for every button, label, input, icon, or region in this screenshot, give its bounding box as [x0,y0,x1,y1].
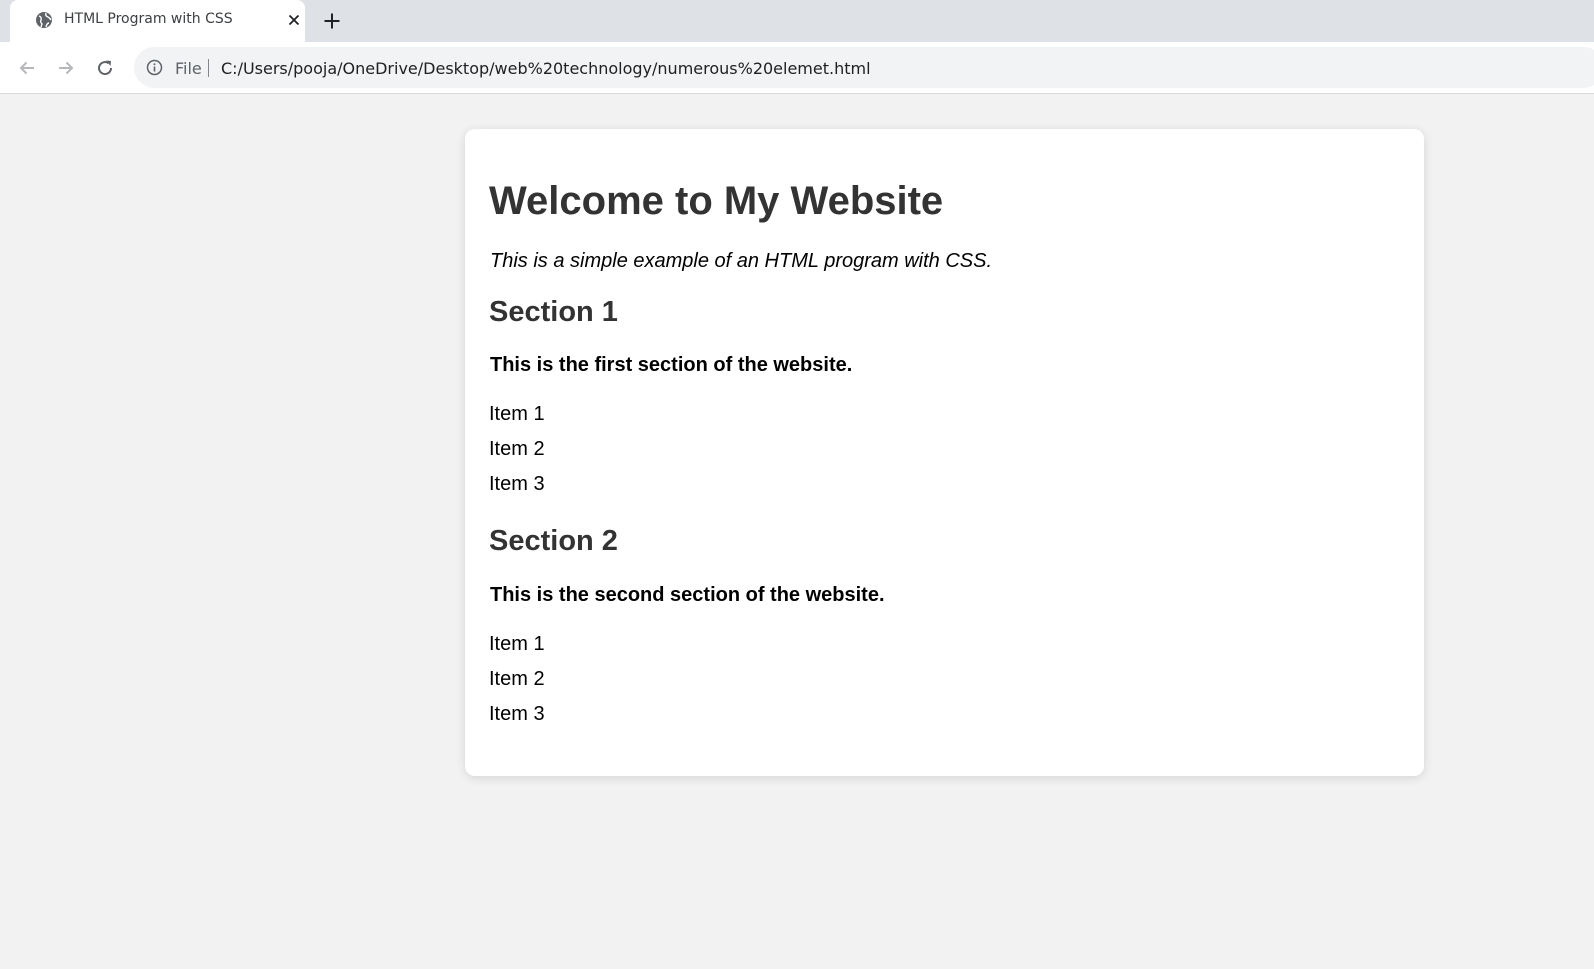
scheme-label: File [175,59,202,78]
list-item: Item 3 [489,703,545,725]
page-title: Welcome to My Website [489,179,944,223]
list-item: Item 3 [489,473,545,495]
intro-text: This is a simple example of an HTML prog… [490,250,993,272]
forward-arrow-icon[interactable] [54,56,78,80]
section-2-heading: Section 2 [489,525,618,557]
browser-toolbar: File C:/Users/pooja/OneDrive/Desktop/web… [0,42,1594,94]
browser-tab[interactable]: HTML Program with CSS [10,0,305,42]
list-item: Item 2 [489,438,545,460]
list-item: Item 1 [489,403,545,425]
reload-icon[interactable] [93,56,117,80]
list-item: Item 2 [489,668,545,690]
section-1-heading: Section 1 [489,296,618,328]
close-icon[interactable] [286,12,302,28]
back-arrow-icon[interactable] [15,56,39,80]
url-text[interactable]: C:/Users/pooja/OneDrive/Desktop/web%20te… [221,59,871,78]
section-2-list: Item 1 Item 2 Item 3 [489,632,545,737]
plus-icon[interactable] [320,9,344,33]
section-1-list: Item 1 Item 2 Item 3 [489,402,545,507]
address-bar[interactable]: File C:/Users/pooja/OneDrive/Desktop/web… [134,47,1594,88]
content-card: Welcome to My Website This is a simple e… [465,129,1424,776]
section-1-description: This is the first section of the website… [490,354,853,376]
tab-title: HTML Program with CSS [64,11,233,27]
info-icon[interactable] [146,59,163,76]
page-viewport: Welcome to My Website This is a simple e… [0,95,1594,969]
globe-icon [35,11,53,29]
section-2-description: This is the second section of the websit… [490,584,885,606]
tab-strip: HTML Program with CSS [0,0,1594,42]
divider [208,59,209,77]
list-item: Item 1 [489,633,545,655]
